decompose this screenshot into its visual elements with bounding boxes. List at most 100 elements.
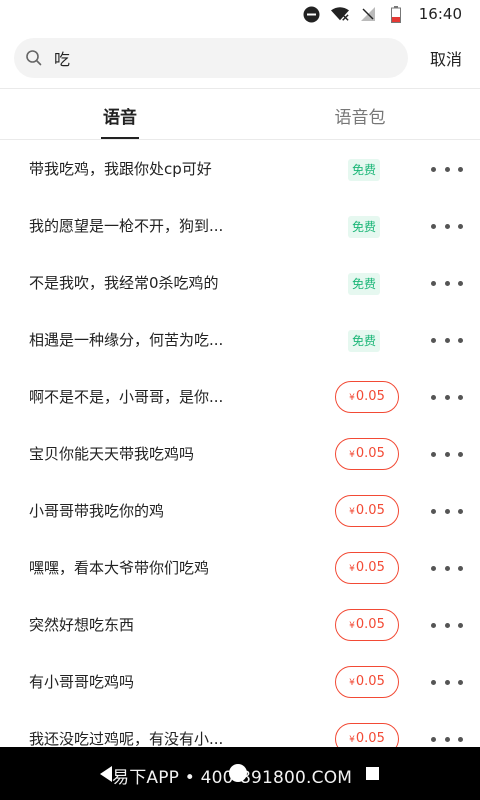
more-options-icon[interactable]: [431, 274, 463, 292]
list-item[interactable]: 有小哥哥吃鸡吗 ¥0.05: [0, 653, 480, 710]
clock: 16:40: [418, 5, 462, 23]
price-value: 0.05: [355, 389, 385, 404]
more-dot: [444, 508, 450, 514]
price-button[interactable]: ¥0.05: [335, 381, 399, 413]
recents-icon[interactable]: [366, 767, 379, 780]
more-options-icon[interactable]: [431, 730, 463, 748]
more-dot: [444, 166, 450, 172]
free-badge: 免费: [348, 330, 381, 352]
free-badge: 免费: [348, 159, 381, 181]
battery-icon: [387, 5, 405, 23]
search-input[interactable]: [52, 47, 356, 69]
more-options-icon[interactable]: [431, 160, 463, 178]
price-value: 0.05: [355, 731, 385, 746]
status-bar: 16:40: [0, 0, 480, 28]
more-dot: [458, 736, 463, 742]
list-item[interactable]: 宝贝你能天天带我吃鸡吗 ¥0.05: [0, 425, 480, 482]
more-dot: [458, 280, 463, 286]
list-item[interactable]: 带我吃鸡，我跟你处cp可好 免费: [0, 140, 480, 197]
list-item[interactable]: 我的愿望是一枪不开，狗到... 免费: [0, 197, 480, 254]
list-item[interactable]: 啊不是不是，小哥哥，是你... ¥0.05: [0, 368, 480, 425]
more-dot: [444, 394, 450, 400]
currency-symbol: ¥: [349, 735, 355, 745]
price-value: 0.05: [355, 674, 385, 689]
more-dot: [458, 166, 463, 172]
price-value: 0.05: [355, 617, 385, 632]
cancel-button[interactable]: 取消: [430, 46, 462, 70]
price-value: 0.05: [355, 503, 385, 518]
voice-title: 我的愿望是一枪不开，狗到...: [29, 217, 224, 235]
more-dot: [444, 736, 450, 742]
more-dot: [431, 337, 436, 343]
price-button[interactable]: ¥0.05: [335, 666, 399, 698]
price-button[interactable]: ¥0.05: [335, 609, 399, 641]
tab-bar: 语音 语音包: [0, 88, 480, 140]
list-item[interactable]: 突然好想吃东西 ¥0.05: [0, 596, 480, 653]
more-dot: [444, 451, 450, 457]
voice-title: 不是我吹，我经常0杀吃鸡的: [29, 274, 219, 292]
more-dot: [444, 679, 450, 685]
price-value: 0.05: [355, 560, 385, 575]
more-options-icon[interactable]: [431, 445, 463, 463]
navigation-bar: 易下APP • 400-891800.COM: [0, 747, 480, 800]
do-not-disturb-icon: [303, 5, 321, 23]
more-dot: [458, 679, 463, 685]
more-dot: [431, 736, 436, 742]
voice-title: 嘿嘿，看本大爷带你们吃鸡: [29, 559, 210, 577]
list-item[interactable]: 小哥哥带我吃你的鸡 ¥0.05: [0, 482, 480, 539]
currency-symbol: ¥: [349, 564, 355, 574]
voice-title: 有小哥哥吃鸡吗: [29, 673, 135, 691]
voice-title: 带我吃鸡，我跟你处cp可好: [29, 160, 212, 178]
signal-icon: [359, 5, 377, 23]
more-dot: [458, 565, 463, 571]
more-dot: [458, 223, 463, 229]
more-options-icon[interactable]: [431, 502, 463, 520]
tab-voice[interactable]: 语音: [60, 89, 180, 141]
active-tab-indicator: [101, 137, 139, 139]
voice-title: 相遇是一种缘分，何苦为吃...: [29, 331, 224, 349]
currency-symbol: ¥: [349, 393, 355, 403]
voice-title: 突然好想吃东西: [29, 616, 135, 634]
more-dot: [458, 451, 463, 457]
more-dot: [431, 223, 436, 229]
voice-title: 小哥哥带我吃你的鸡: [29, 502, 165, 520]
free-badge: 免费: [348, 273, 381, 295]
voice-list: 带我吃鸡，我跟你处cp可好 免费 我的愿望是一枪不开，狗到... 免费 不是我吹，我经常…: [0, 140, 480, 767]
price-button[interactable]: ¥0.05: [335, 495, 399, 527]
more-options-icon[interactable]: [431, 559, 463, 577]
more-options-icon[interactable]: [431, 331, 463, 349]
list-item[interactable]: 嘿嘿，看本大爷带你们吃鸡 ¥0.05: [0, 539, 480, 596]
currency-symbol: ¥: [349, 507, 355, 517]
more-dot: [444, 337, 450, 343]
more-dot: [458, 394, 463, 400]
currency-symbol: ¥: [349, 678, 355, 688]
currency-symbol: ¥: [349, 621, 355, 631]
list-item[interactable]: 不是我吹，我经常0杀吃鸡的 免费: [0, 254, 480, 311]
list-item[interactable]: 相遇是一种缘分，何苦为吃... 免费: [0, 311, 480, 368]
more-dot: [431, 622, 436, 628]
more-dot: [431, 679, 436, 685]
price-button[interactable]: ¥0.05: [335, 438, 399, 470]
more-options-icon[interactable]: [431, 616, 463, 634]
wifi-icon: [330, 5, 349, 23]
more-dot: [444, 622, 450, 628]
more-dot: [458, 508, 463, 514]
currency-symbol: ¥: [349, 450, 355, 460]
search-box[interactable]: [14, 38, 408, 78]
search-header: 取消: [0, 36, 480, 80]
more-dot: [458, 337, 463, 343]
more-options-icon[interactable]: [431, 217, 463, 235]
more-dot: [444, 280, 450, 286]
tab-voice-pack[interactable]: 语音包: [300, 89, 420, 141]
more-dot: [444, 223, 450, 229]
more-dot: [431, 565, 436, 571]
more-dot: [431, 280, 436, 286]
search-icon: [24, 48, 44, 68]
more-options-icon[interactable]: [431, 388, 463, 406]
more-dot: [431, 508, 436, 514]
price-button[interactable]: ¥0.05: [335, 552, 399, 584]
more-options-icon[interactable]: [431, 673, 463, 691]
voice-title: 啊不是不是，小哥哥，是你...: [29, 388, 224, 406]
more-dot: [444, 565, 450, 571]
home-icon[interactable]: [229, 764, 247, 782]
